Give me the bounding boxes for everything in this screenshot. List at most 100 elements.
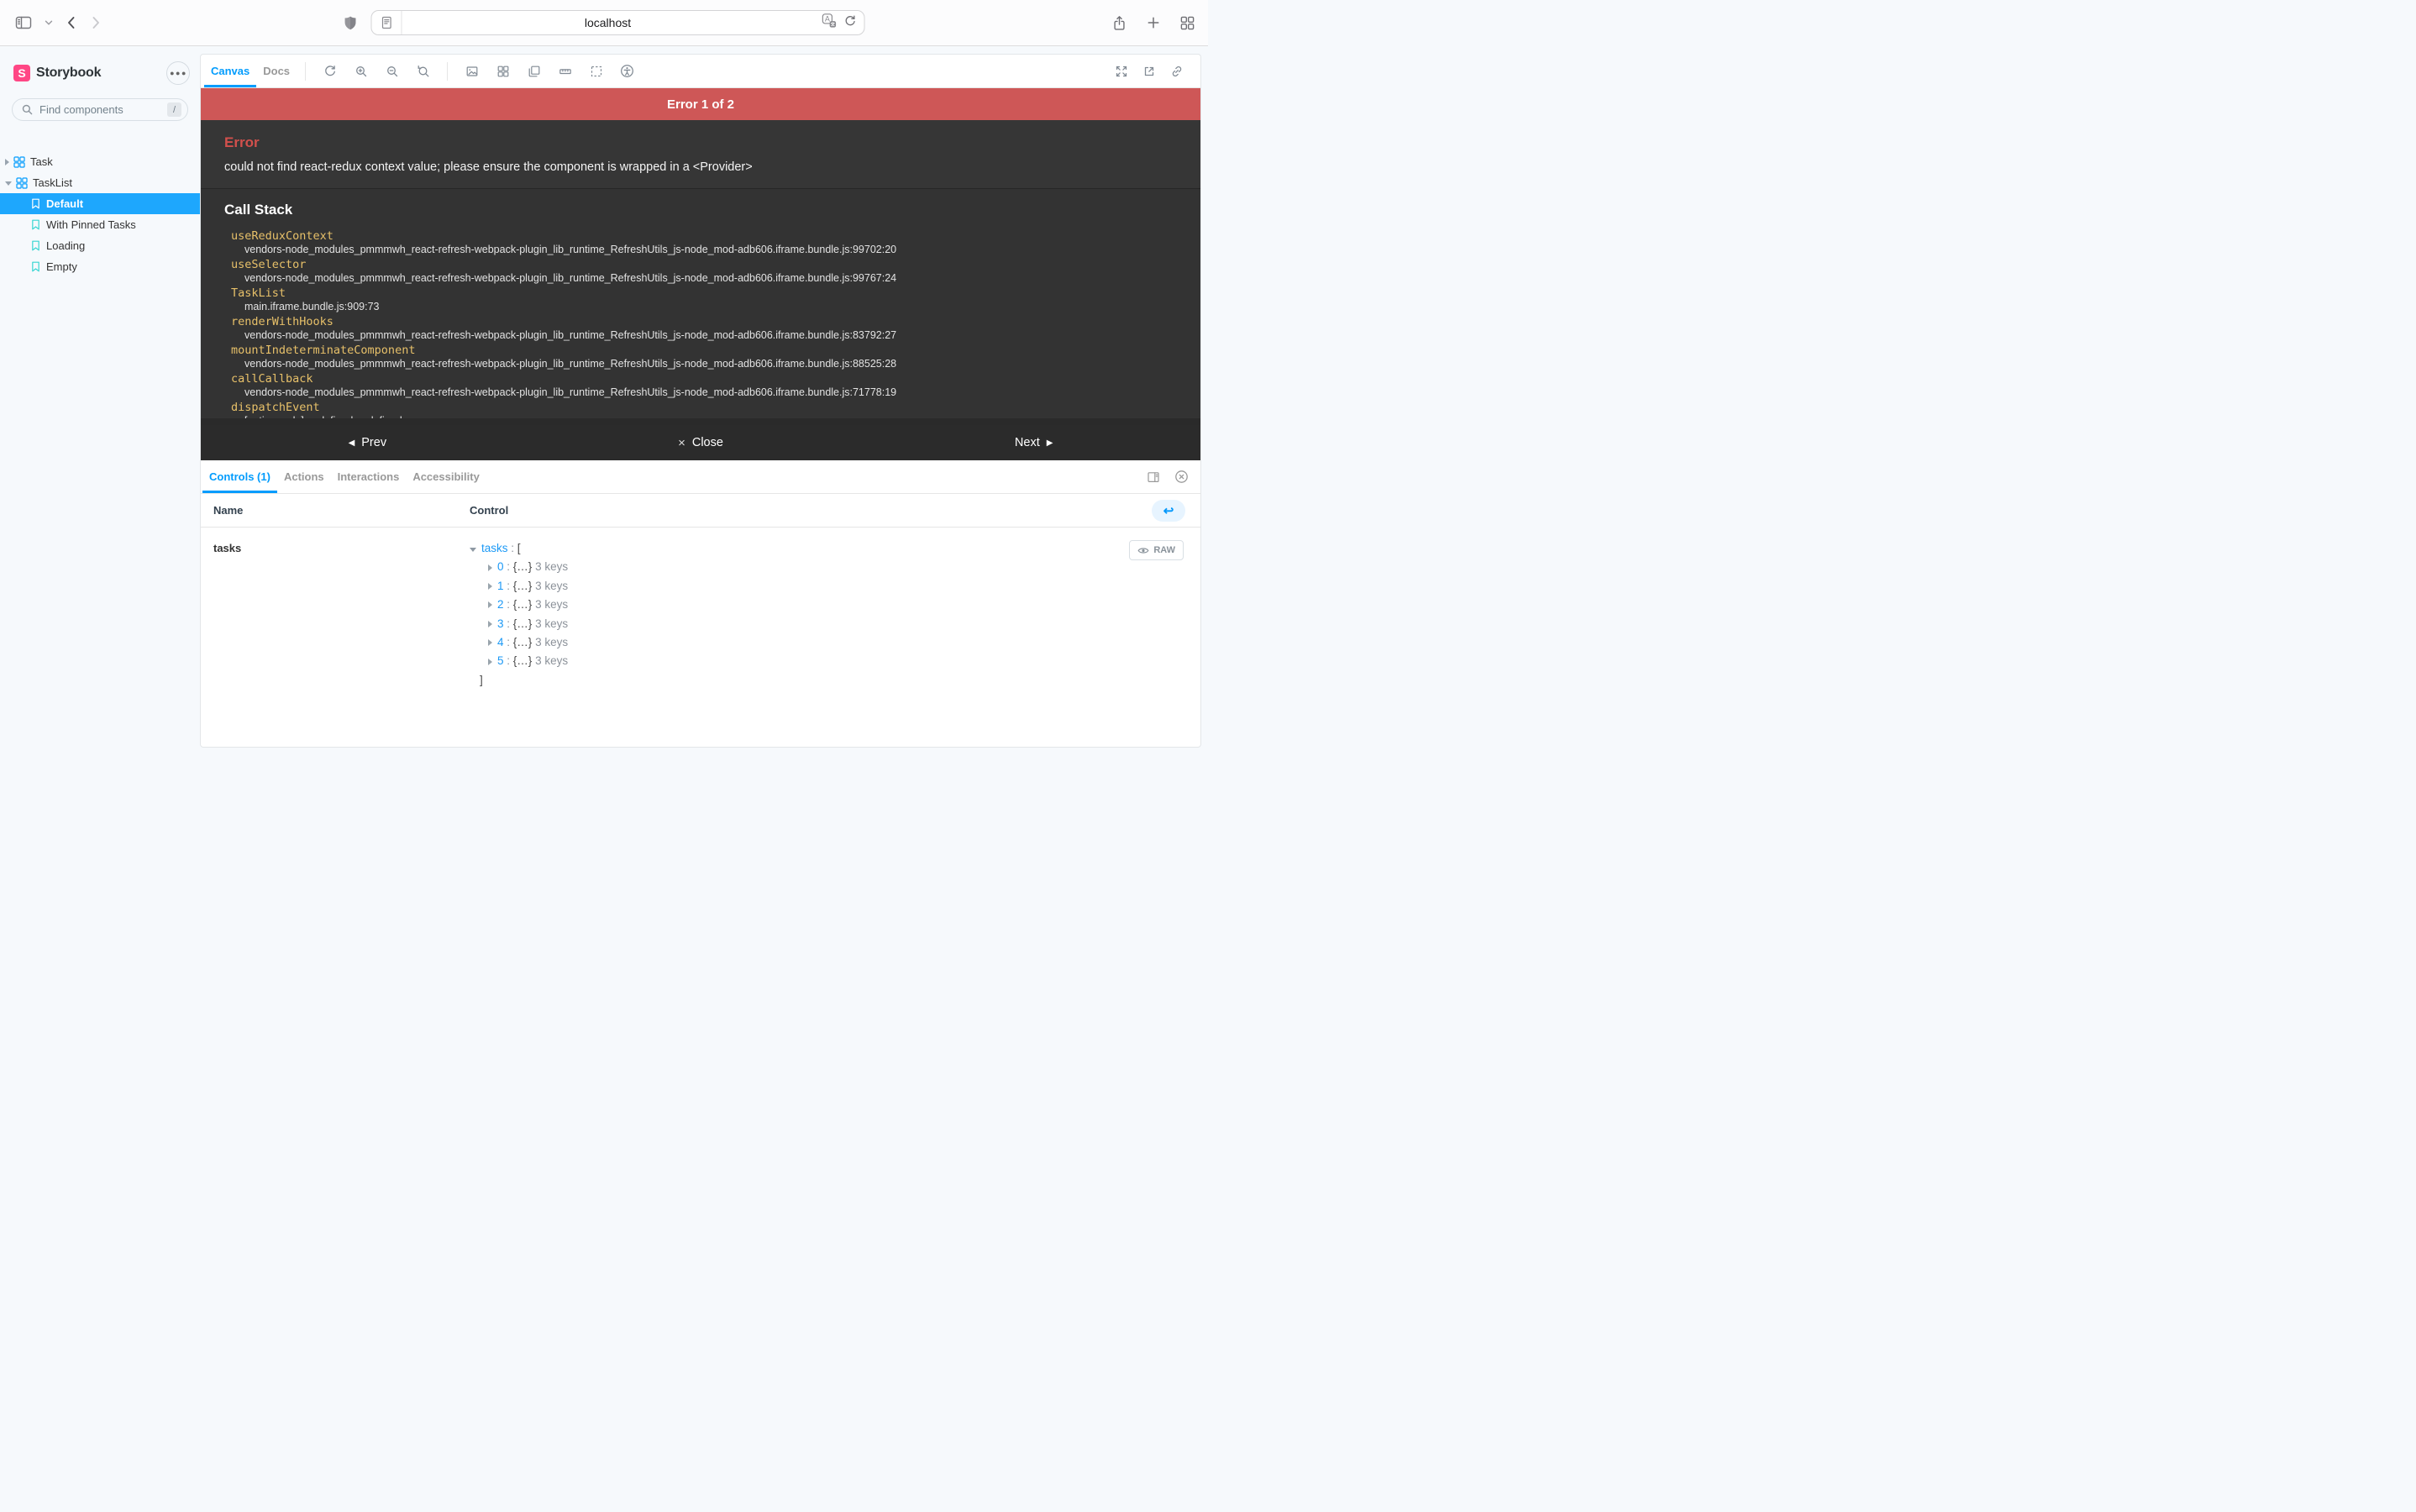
measure-icon[interactable] xyxy=(549,55,580,87)
component-icon xyxy=(13,156,25,168)
stack-frame-fn: useReduxContext xyxy=(231,229,1177,244)
svg-text:A: A xyxy=(825,15,830,24)
stack-frame-loc: vendors-node_modules_pmmmwh_react-refres… xyxy=(231,272,1177,285)
brand-title: Storybook xyxy=(36,66,101,81)
browser-toolbar: localhost A xyxy=(0,0,1208,46)
zoom-out-icon[interactable] xyxy=(376,55,407,87)
json-item-row[interactable]: 5 : {…} 3 keys xyxy=(488,652,1200,670)
tab-actions[interactable]: Actions xyxy=(277,460,331,493)
sidebar-toggle-icon[interactable] xyxy=(15,16,32,29)
sidebar-item-tasklist[interactable]: TaskList xyxy=(0,172,200,193)
collapse-caret-icon[interactable] xyxy=(470,548,476,552)
expand-caret-icon[interactable] xyxy=(488,583,492,590)
tasks-json-tree: tasks : [ 0 : {…} 3 keys 1 : {…} 3 keys xyxy=(470,539,1200,690)
expand-caret-icon[interactable] xyxy=(488,621,492,627)
url-text[interactable]: localhost xyxy=(402,16,814,29)
stack-frame-loc: main.iframe.bundle.js:909:73 xyxy=(231,301,1177,313)
sidebar-story-empty[interactable]: Empty xyxy=(0,256,200,277)
expand-caret-icon[interactable] xyxy=(488,659,492,665)
stack-frame-fn: TaskList xyxy=(231,286,1177,301)
close-error-button[interactable]: × Close xyxy=(534,425,868,460)
json-root-row[interactable]: tasks : [ xyxy=(470,539,1200,558)
new-tab-icon[interactable] xyxy=(1147,16,1160,29)
back-button[interactable] xyxy=(66,15,77,30)
call-stack-title: Call Stack xyxy=(224,202,1177,218)
sidebar-story-loading[interactable]: Loading xyxy=(0,235,200,256)
outline-icon[interactable] xyxy=(580,55,612,87)
sidebar-story-with-pinned-tasks[interactable]: With Pinned Tasks xyxy=(0,214,200,235)
search-input[interactable] xyxy=(12,98,188,121)
stack-frame: useReduxContext vendors-node_modules_pmm… xyxy=(224,229,1177,256)
stack-frame-fn: renderWithHooks xyxy=(231,315,1177,329)
sidebar-story-label: With Pinned Tasks xyxy=(46,218,136,231)
chevron-down-icon[interactable] xyxy=(5,181,12,186)
json-item-row[interactable]: 0 : {…} 3 keys xyxy=(488,558,1200,576)
background-icon[interactable] xyxy=(456,55,487,87)
tab-canvas[interactable]: Canvas xyxy=(204,55,256,87)
error-overlay: Error 1 of 2 Error could not find react-… xyxy=(201,88,1200,460)
search-shortcut-badge: / xyxy=(167,102,181,117)
controls-table-body: tasks tasks : [ 0 : {…} 3 keys xyxy=(201,528,1200,690)
zoom-reset-icon[interactable] xyxy=(407,55,439,87)
sidebar-story-default[interactable]: Default xyxy=(0,193,200,214)
json-item-row[interactable]: 3 : {…} 3 keys xyxy=(488,615,1200,633)
next-error-button[interactable]: Next ▶ xyxy=(867,425,1200,460)
close-panel-icon[interactable] xyxy=(1174,470,1189,484)
sidebar-menu-button[interactable]: ●●● xyxy=(166,61,190,85)
accessibility-icon[interactable] xyxy=(612,55,643,87)
sidebar-item-label: TaskList xyxy=(33,176,72,189)
bookmark-icon xyxy=(31,261,40,272)
reader-mode-button[interactable] xyxy=(372,11,402,34)
controls-table-header: Name Control ↩ xyxy=(201,494,1200,528)
copy-link-icon[interactable] xyxy=(1163,55,1190,87)
reset-controls-button[interactable]: ↩ xyxy=(1152,500,1185,522)
name-column-header: Name xyxy=(201,504,463,517)
stack-frame: callCallback vendors-node_modules_pmmmwh… xyxy=(224,372,1177,399)
toolbar-divider xyxy=(447,62,448,81)
screen: localhost A xyxy=(0,0,1208,756)
sidebar-item-task[interactable]: Task xyxy=(0,151,200,172)
chevron-down-icon[interactable] xyxy=(45,19,53,26)
address-bar[interactable]: localhost A xyxy=(371,10,865,35)
stack-frame: renderWithHooks vendors-node_modules_pmm… xyxy=(224,315,1177,342)
json-item-row[interactable]: 2 : {…} 3 keys xyxy=(488,596,1200,614)
stack-frame: mountIndeterminateComponent vendors-node… xyxy=(224,344,1177,370)
bookmark-icon xyxy=(31,240,40,251)
tab-interactions[interactable]: Interactions xyxy=(331,460,407,493)
error-nav-footer: ◀ Prev × Close Next ▶ xyxy=(201,425,1200,460)
raw-toggle-button[interactable]: RAW xyxy=(1129,540,1184,560)
remount-icon[interactable] xyxy=(314,55,345,87)
viewport-icon[interactable] xyxy=(518,55,549,87)
open-new-tab-icon[interactable] xyxy=(1135,55,1163,87)
tab-accessibility[interactable]: Accessibility xyxy=(406,460,486,493)
zoom-in-icon[interactable] xyxy=(345,55,376,87)
fullscreen-icon[interactable] xyxy=(1107,55,1135,87)
share-icon[interactable] xyxy=(1112,15,1127,31)
stack-scroll-shadow xyxy=(201,418,1200,425)
component-tree: Task TaskList Default xyxy=(0,151,200,277)
tab-overview-icon[interactable] xyxy=(1180,16,1195,30)
sidebar-story-label: Empty xyxy=(46,260,77,273)
expand-caret-icon[interactable] xyxy=(488,601,492,608)
stack-frame: useSelector vendors-node_modules_pmmmwh_… xyxy=(224,258,1177,285)
reload-icon[interactable] xyxy=(844,14,857,32)
json-item-row[interactable]: 4 : {…} 3 keys xyxy=(488,633,1200,652)
error-title: Error xyxy=(224,134,1177,151)
prev-error-button[interactable]: ◀ Prev xyxy=(201,425,534,460)
panel-position-icon[interactable] xyxy=(1147,470,1160,484)
stack-frame-loc: vendors-node_modules_pmmmwh_react-refres… xyxy=(231,386,1177,399)
toolbar-divider xyxy=(305,62,306,81)
tab-controls[interactable]: Controls (1) xyxy=(202,460,277,493)
grid-icon[interactable] xyxy=(487,55,518,87)
tab-docs[interactable]: Docs xyxy=(256,55,297,87)
json-item-row[interactable]: 1 : {…} 3 keys xyxy=(488,577,1200,596)
chevron-right-icon[interactable] xyxy=(5,159,9,165)
control-column-header: Control xyxy=(463,504,1200,517)
privacy-shield-icon[interactable] xyxy=(344,15,358,31)
expand-caret-icon[interactable] xyxy=(488,564,492,571)
storybook-sidebar: S Storybook ●●● / Task xyxy=(0,46,200,756)
translate-icon[interactable]: A xyxy=(822,13,837,32)
forward-button[interactable] xyxy=(90,15,102,30)
expand-caret-icon[interactable] xyxy=(488,639,492,646)
stack-frame-fn: dispatchEvent xyxy=(231,401,1177,415)
